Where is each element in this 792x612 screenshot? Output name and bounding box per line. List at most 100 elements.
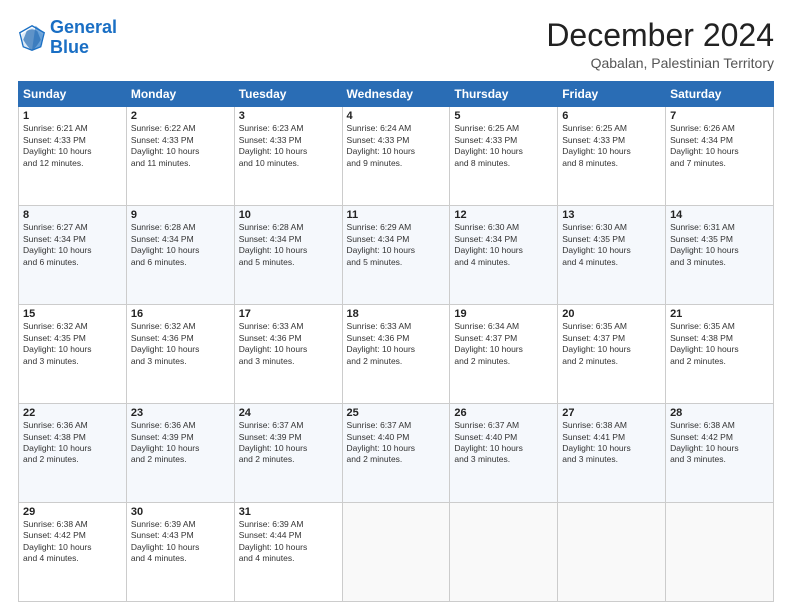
day-number: 1 [23, 110, 122, 122]
day-info: Sunrise: 6:33 AM Sunset: 4:36 PM Dayligh… [347, 321, 446, 367]
header: General Blue December 2024 Qabalan, Pale… [18, 18, 774, 71]
calendar-cell [450, 503, 558, 602]
logo-icon [18, 24, 46, 52]
day-info: Sunrise: 6:28 AM Sunset: 4:34 PM Dayligh… [131, 222, 230, 268]
day-info: Sunrise: 6:31 AM Sunset: 4:35 PM Dayligh… [670, 222, 769, 268]
day-number: 16 [131, 308, 230, 320]
page: General Blue December 2024 Qabalan, Pale… [0, 0, 792, 612]
calendar-cell: 5Sunrise: 6:25 AM Sunset: 4:33 PM Daylig… [450, 107, 558, 206]
day-info: Sunrise: 6:32 AM Sunset: 4:36 PM Dayligh… [131, 321, 230, 367]
logo: General Blue [18, 18, 117, 58]
main-title: December 2024 [546, 18, 774, 53]
day-info: Sunrise: 6:30 AM Sunset: 4:34 PM Dayligh… [454, 222, 553, 268]
day-info: Sunrise: 6:39 AM Sunset: 4:43 PM Dayligh… [131, 519, 230, 565]
calendar-cell: 31Sunrise: 6:39 AM Sunset: 4:44 PM Dayli… [234, 503, 342, 602]
day-info: Sunrise: 6:25 AM Sunset: 4:33 PM Dayligh… [454, 123, 553, 169]
day-number: 28 [670, 407, 769, 419]
calendar-cell: 7Sunrise: 6:26 AM Sunset: 4:34 PM Daylig… [666, 107, 774, 206]
day-info: Sunrise: 6:24 AM Sunset: 4:33 PM Dayligh… [347, 123, 446, 169]
calendar-cell: 29Sunrise: 6:38 AM Sunset: 4:42 PM Dayli… [19, 503, 127, 602]
calendar-cell: 12Sunrise: 6:30 AM Sunset: 4:34 PM Dayli… [450, 206, 558, 305]
calendar-day-header: Thursday [450, 82, 558, 107]
day-number: 9 [131, 209, 230, 221]
day-info: Sunrise: 6:37 AM Sunset: 4:39 PM Dayligh… [239, 420, 338, 466]
day-number: 13 [562, 209, 661, 221]
day-info: Sunrise: 6:39 AM Sunset: 4:44 PM Dayligh… [239, 519, 338, 565]
calendar-cell: 19Sunrise: 6:34 AM Sunset: 4:37 PM Dayli… [450, 305, 558, 404]
calendar-cell: 20Sunrise: 6:35 AM Sunset: 4:37 PM Dayli… [558, 305, 666, 404]
calendar-cell: 28Sunrise: 6:38 AM Sunset: 4:42 PM Dayli… [666, 404, 774, 503]
day-number: 8 [23, 209, 122, 221]
day-number: 12 [454, 209, 553, 221]
day-number: 3 [239, 110, 338, 122]
day-info: Sunrise: 6:35 AM Sunset: 4:38 PM Dayligh… [670, 321, 769, 367]
day-number: 24 [239, 407, 338, 419]
calendar-cell [666, 503, 774, 602]
logo-text: General Blue [50, 18, 117, 58]
day-info: Sunrise: 6:21 AM Sunset: 4:33 PM Dayligh… [23, 123, 122, 169]
day-info: Sunrise: 6:27 AM Sunset: 4:34 PM Dayligh… [23, 222, 122, 268]
calendar-week-row: 8Sunrise: 6:27 AM Sunset: 4:34 PM Daylig… [19, 206, 774, 305]
calendar-day-header: Wednesday [342, 82, 450, 107]
calendar-week-row: 1Sunrise: 6:21 AM Sunset: 4:33 PM Daylig… [19, 107, 774, 206]
day-number: 6 [562, 110, 661, 122]
calendar-week-row: 15Sunrise: 6:32 AM Sunset: 4:35 PM Dayli… [19, 305, 774, 404]
day-number: 20 [562, 308, 661, 320]
day-number: 15 [23, 308, 122, 320]
calendar-cell: 15Sunrise: 6:32 AM Sunset: 4:35 PM Dayli… [19, 305, 127, 404]
day-info: Sunrise: 6:23 AM Sunset: 4:33 PM Dayligh… [239, 123, 338, 169]
day-number: 29 [23, 506, 122, 518]
calendar-day-header: Tuesday [234, 82, 342, 107]
calendar-cell: 26Sunrise: 6:37 AM Sunset: 4:40 PM Dayli… [450, 404, 558, 503]
day-info: Sunrise: 6:38 AM Sunset: 4:42 PM Dayligh… [670, 420, 769, 466]
calendar-cell: 1Sunrise: 6:21 AM Sunset: 4:33 PM Daylig… [19, 107, 127, 206]
day-info: Sunrise: 6:35 AM Sunset: 4:37 PM Dayligh… [562, 321, 661, 367]
calendar-cell: 16Sunrise: 6:32 AM Sunset: 4:36 PM Dayli… [126, 305, 234, 404]
calendar-header-row: SundayMondayTuesdayWednesdayThursdayFrid… [19, 82, 774, 107]
calendar-cell: 14Sunrise: 6:31 AM Sunset: 4:35 PM Dayli… [666, 206, 774, 305]
title-block: December 2024 Qabalan, Palestinian Terri… [546, 18, 774, 71]
calendar-cell: 2Sunrise: 6:22 AM Sunset: 4:33 PM Daylig… [126, 107, 234, 206]
day-number: 21 [670, 308, 769, 320]
calendar-cell: 24Sunrise: 6:37 AM Sunset: 4:39 PM Dayli… [234, 404, 342, 503]
day-number: 31 [239, 506, 338, 518]
day-number: 30 [131, 506, 230, 518]
calendar-cell [342, 503, 450, 602]
calendar-cell: 25Sunrise: 6:37 AM Sunset: 4:40 PM Dayli… [342, 404, 450, 503]
day-info: Sunrise: 6:28 AM Sunset: 4:34 PM Dayligh… [239, 222, 338, 268]
calendar-day-header: Sunday [19, 82, 127, 107]
calendar-cell: 18Sunrise: 6:33 AM Sunset: 4:36 PM Dayli… [342, 305, 450, 404]
calendar-table: SundayMondayTuesdayWednesdayThursdayFrid… [18, 81, 774, 602]
day-info: Sunrise: 6:30 AM Sunset: 4:35 PM Dayligh… [562, 222, 661, 268]
day-info: Sunrise: 6:22 AM Sunset: 4:33 PM Dayligh… [131, 123, 230, 169]
calendar-cell [558, 503, 666, 602]
day-info: Sunrise: 6:33 AM Sunset: 4:36 PM Dayligh… [239, 321, 338, 367]
calendar-cell: 8Sunrise: 6:27 AM Sunset: 4:34 PM Daylig… [19, 206, 127, 305]
calendar-week-row: 22Sunrise: 6:36 AM Sunset: 4:38 PM Dayli… [19, 404, 774, 503]
day-info: Sunrise: 6:34 AM Sunset: 4:37 PM Dayligh… [454, 321, 553, 367]
day-info: Sunrise: 6:32 AM Sunset: 4:35 PM Dayligh… [23, 321, 122, 367]
calendar-cell: 9Sunrise: 6:28 AM Sunset: 4:34 PM Daylig… [126, 206, 234, 305]
calendar-cell: 13Sunrise: 6:30 AM Sunset: 4:35 PM Dayli… [558, 206, 666, 305]
day-number: 26 [454, 407, 553, 419]
calendar-cell: 11Sunrise: 6:29 AM Sunset: 4:34 PM Dayli… [342, 206, 450, 305]
day-info: Sunrise: 6:26 AM Sunset: 4:34 PM Dayligh… [670, 123, 769, 169]
calendar-cell: 4Sunrise: 6:24 AM Sunset: 4:33 PM Daylig… [342, 107, 450, 206]
day-info: Sunrise: 6:29 AM Sunset: 4:34 PM Dayligh… [347, 222, 446, 268]
calendar-day-header: Saturday [666, 82, 774, 107]
calendar-cell: 10Sunrise: 6:28 AM Sunset: 4:34 PM Dayli… [234, 206, 342, 305]
day-number: 22 [23, 407, 122, 419]
day-number: 5 [454, 110, 553, 122]
day-info: Sunrise: 6:38 AM Sunset: 4:41 PM Dayligh… [562, 420, 661, 466]
day-number: 23 [131, 407, 230, 419]
day-number: 7 [670, 110, 769, 122]
day-number: 18 [347, 308, 446, 320]
day-number: 19 [454, 308, 553, 320]
day-info: Sunrise: 6:37 AM Sunset: 4:40 PM Dayligh… [454, 420, 553, 466]
day-info: Sunrise: 6:36 AM Sunset: 4:38 PM Dayligh… [23, 420, 122, 466]
day-info: Sunrise: 6:36 AM Sunset: 4:39 PM Dayligh… [131, 420, 230, 466]
day-number: 2 [131, 110, 230, 122]
day-number: 27 [562, 407, 661, 419]
day-info: Sunrise: 6:38 AM Sunset: 4:42 PM Dayligh… [23, 519, 122, 565]
calendar-week-row: 29Sunrise: 6:38 AM Sunset: 4:42 PM Dayli… [19, 503, 774, 602]
